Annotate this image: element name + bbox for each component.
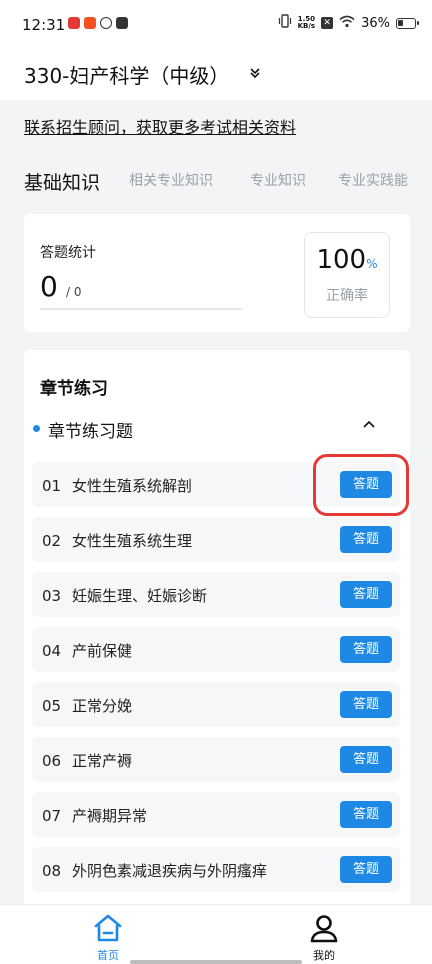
notification-app-icon <box>84 17 96 29</box>
chapter-practice-title: 章节练习 <box>40 379 108 399</box>
chevron-up-icon[interactable] <box>362 418 376 434</box>
section-dot-icon <box>33 425 40 432</box>
network-speed: 1.50 KB/s <box>297 15 316 30</box>
vibrate-icon <box>278 14 292 32</box>
answer-button[interactable]: 答题 <box>340 801 392 828</box>
tab-professional-practice[interactable]: 专业实践能 <box>338 170 408 190</box>
chapter-row[interactable]: 07 产褥期异常 答题 <box>32 792 400 837</box>
chapter-label: 01 女性生殖系统解剖 <box>42 477 193 495</box>
exam-title[interactable]: 330-妇产科学（中级） <box>24 60 229 89</box>
battery-percent: 36% <box>361 15 390 31</box>
answer-button[interactable]: 答题 <box>340 526 392 553</box>
chapter-label: 04 产前保健 <box>42 642 133 660</box>
subject-tabs: 基础知识 相关专业知识 专业知识 专业实践能 <box>0 160 432 204</box>
stats-label: 答题统计 <box>40 245 96 261</box>
answer-button[interactable]: 答题 <box>340 636 392 663</box>
stats-progress-track <box>40 308 242 310</box>
chapter-label: 05 正常分娩 <box>42 697 133 715</box>
tab-related-knowledge[interactable]: 相关专业知识 <box>129 170 213 190</box>
accuracy-label: 正确率 <box>326 288 368 304</box>
chapter-label: 07 产褥期异常 <box>42 807 148 825</box>
nav-home-label: 首页 <box>97 949 119 962</box>
battery-fill <box>398 19 403 26</box>
answer-button[interactable]: 答题 <box>340 691 392 718</box>
chapter-row[interactable]: 03 妊娠生理、妊娠诊断 答题 <box>32 572 400 617</box>
status-bar: 12:31 1.50 KB/s ✕ 36% <box>0 0 432 50</box>
contact-advisor-link[interactable]: 联系招生顾问，获取更多考试相关资料 <box>24 114 296 138</box>
status-right: 1.50 KB/s ✕ 36% <box>278 14 419 32</box>
answered-count: 0 <box>40 270 58 303</box>
notification-app-icon <box>68 17 80 29</box>
chapter-label: 08 外阴色素减退疾病与外阴瘙痒 <box>42 862 268 880</box>
answer-button[interactable]: 答题 <box>340 581 392 608</box>
answer-button[interactable]: 答题 <box>340 746 392 773</box>
tab-basic-knowledge[interactable]: 基础知识 <box>24 168 100 195</box>
bottom-nav: 首页 我的 <box>0 904 432 964</box>
section-label[interactable]: 章节练习题 <box>48 417 133 442</box>
user-icon <box>309 913 339 943</box>
chapter-row[interactable]: 08 外阴色素减退疾病与外阴瘙痒 答题 <box>32 847 400 892</box>
chapter-row[interactable]: 04 产前保健 答题 <box>32 627 400 672</box>
total-count: / 0 <box>66 285 82 299</box>
accuracy-box: 100% 正确率 <box>304 232 390 318</box>
highlight-annotation <box>313 454 409 516</box>
chapter-practice-card: 章节练习 章节练习题 01 女性生殖系统解剖 答题 02 女性生殖系统生理 答题 0… <box>24 350 410 910</box>
message-icon <box>116 17 128 29</box>
notification-icons <box>68 17 128 29</box>
nav-mine-label: 我的 <box>313 949 335 962</box>
gesture-bar <box>130 960 302 964</box>
no-sim-icon: ✕ <box>321 17 334 29</box>
chapter-label: 03 妊娠生理、妊娠诊断 <box>42 587 208 605</box>
chapter-row[interactable]: 06 正常产褥 答题 <box>32 737 400 782</box>
sync-icon <box>100 17 112 29</box>
wifi-icon <box>339 15 355 32</box>
chapter-row[interactable]: 05 正常分娩 答题 <box>32 682 400 727</box>
app-header: 330-妇产科学（中级） <box>0 50 432 100</box>
chapter-label: 02 女性生殖系统生理 <box>42 532 193 550</box>
accuracy-value: 100% <box>316 245 378 275</box>
nav-home[interactable]: 首页 <box>78 911 138 962</box>
chapter-label: 06 正常产褥 <box>42 752 133 770</box>
chapter-row[interactable]: 02 女性生殖系统生理 答题 <box>32 517 400 562</box>
contact-banner: 联系招生顾问，获取更多考试相关资料 <box>0 100 432 150</box>
tab-professional-knowledge[interactable]: 专业知识 <box>250 170 306 190</box>
chevron-down-icon[interactable] <box>248 64 262 83</box>
nav-mine[interactable]: 我的 <box>294 911 354 962</box>
home-icon <box>93 913 123 943</box>
battery-icon <box>396 17 419 29</box>
status-time: 12:31 <box>22 16 66 34</box>
answer-button[interactable]: 答题 <box>340 856 392 883</box>
answer-stats-card: 答题统计 0 / 0 100% 正确率 <box>24 214 410 332</box>
